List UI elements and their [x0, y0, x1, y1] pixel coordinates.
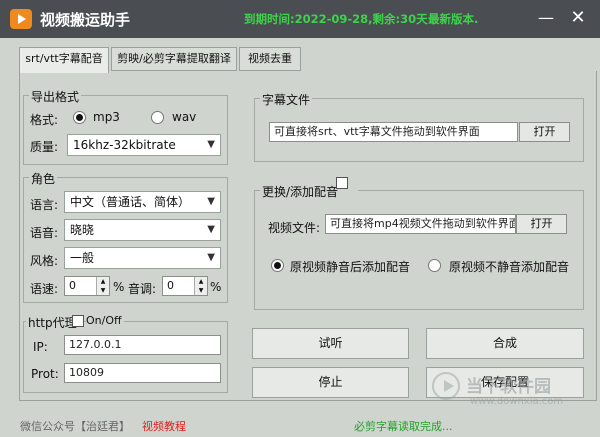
app-title: 视频搬运助手 — [40, 11, 131, 29]
format-option-mp3: mp3 — [93, 110, 120, 124]
expire-info: 到期时间:2022-09-28,剩余:30天 — [244, 12, 428, 26]
port-input[interactable]: 10809 — [64, 363, 221, 383]
voice-select[interactable]: 晓晓 ▼ — [64, 219, 221, 241]
version-info: 最新版本. — [428, 12, 479, 26]
video-file-label: 视频文件: — [268, 221, 321, 235]
dubbing-toggle-checkbox[interactable] — [336, 177, 348, 189]
keep-original-radio[interactable] — [428, 259, 441, 272]
preview-button[interactable]: 试听 — [252, 328, 409, 359]
pitch-label: 音调: — [128, 282, 157, 296]
video-file-input[interactable]: 可直接将mp4视频文件拖动到软件界面 — [325, 214, 516, 234]
role-title: 角色 — [29, 170, 58, 187]
proxy-onoff-label: On/Off — [86, 314, 124, 327]
ip-input[interactable]: 127.0.0.1 — [64, 335, 221, 355]
tab-video-dedup[interactable]: 视频去重 — [239, 47, 301, 71]
voice-value: 晓晓 — [70, 223, 95, 237]
spin-arrows-icon[interactable]: ▲ ▼ — [96, 277, 109, 295]
speed-label: 语速: — [30, 282, 59, 296]
language-select[interactable]: 中文（普通话、简体） ▼ — [64, 191, 221, 213]
spin-arrows-icon[interactable]: ▲ ▼ — [194, 277, 207, 295]
speed-unit: % — [113, 280, 125, 294]
style-value: 一般 — [70, 251, 95, 265]
subtitle-file-title: 字幕文件 — [260, 91, 313, 108]
video-tutorial-link[interactable]: 视频教程 — [142, 418, 186, 434]
wechat-account: 微信公众号【治廷君】 — [20, 420, 130, 433]
dubbing-group: 更换/添加配音 — [254, 183, 584, 310]
subtitle-file-input[interactable]: 可直接将srt、vtt字幕文件拖动到软件界面 — [269, 122, 518, 142]
mute-original-label: 原视频静音后添加配音 — [290, 260, 411, 274]
chevron-down-icon: ▼ — [207, 139, 215, 150]
synthesize-button[interactable]: 合成 — [426, 328, 584, 359]
mute-original-radio[interactable] — [271, 259, 284, 272]
quality-select[interactable]: 16khz-32kbitrate ▼ — [67, 134, 221, 156]
watermark-text: 当下软件园 — [466, 377, 551, 397]
style-select[interactable]: 一般 ▼ — [64, 247, 221, 269]
pitch-value: 0 — [167, 279, 174, 292]
play-logo-icon — [432, 372, 460, 400]
format-radio-mp3[interactable] — [73, 111, 86, 124]
stop-button[interactable]: 停止 — [252, 367, 409, 398]
quality-label: 质量: — [30, 140, 59, 154]
ip-label: IP: — [33, 340, 48, 354]
tab-srt-vtt-dubbing[interactable]: srt/vtt字幕配音 — [19, 47, 109, 73]
watermark-url: www.downxia.com — [470, 396, 564, 407]
speed-stepper[interactable]: 0 ▲ ▼ — [64, 276, 110, 296]
proxy-toggle-checkbox[interactable] — [72, 315, 84, 327]
language-label: 语言: — [30, 198, 59, 212]
voice-label: 语音: — [30, 226, 59, 240]
chevron-down-icon: ▼ — [207, 224, 215, 235]
minimize-button[interactable]: — — [534, 6, 558, 30]
subtitle-open-button[interactable]: 打开 — [519, 122, 570, 142]
style-label: 风格: — [30, 254, 59, 268]
port-label: Prot: — [31, 367, 59, 381]
video-open-button[interactable]: 打开 — [516, 214, 567, 234]
keep-original-label: 原视频不静音添加配音 — [449, 260, 570, 274]
status-text: 必剪字幕读取完成... — [354, 420, 453, 433]
proxy-title-text: http代理 — [28, 316, 77, 330]
dubbing-title-text: 更换/添加配音 — [262, 185, 339, 199]
quality-value: 16khz-32kbitrate — [73, 138, 176, 152]
close-button[interactable]: ✕ — [566, 6, 590, 30]
format-radio-wav[interactable] — [151, 111, 164, 124]
chevron-down-icon: ▼ — [207, 252, 215, 263]
pitch-unit: % — [210, 280, 222, 294]
tab-subtitle-extract-translate[interactable]: 剪映/必剪字幕提取翻译 — [111, 47, 237, 71]
pitch-stepper[interactable]: 0 ▲ ▼ — [162, 276, 208, 296]
export-format-title: 导出格式 — [29, 88, 82, 105]
speed-value: 0 — [69, 279, 76, 292]
video-camera-icon — [10, 9, 32, 29]
format-label: 格式: — [30, 113, 59, 127]
title-bar: 视频搬运助手 到期时间:2022-09-28,剩余:30天 最新版本. — ✕ — [0, 0, 600, 38]
format-option-wav: wav — [172, 110, 197, 124]
language-value: 中文（普通话、简体） — [70, 195, 191, 209]
chevron-down-icon: ▼ — [207, 196, 215, 207]
